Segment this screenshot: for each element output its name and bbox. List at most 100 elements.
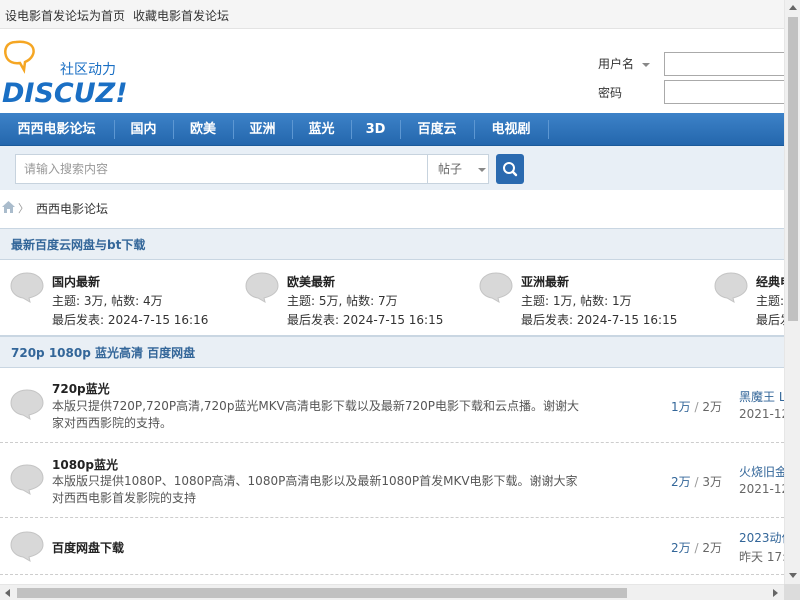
forum-topics: 1万 bbox=[671, 400, 691, 414]
forum-bubble-icon bbox=[10, 531, 44, 562]
latest-card-stats: 主题: bbox=[756, 292, 784, 309]
search-type-value: 帖子 bbox=[438, 162, 463, 176]
forum-last-post-link[interactable]: 2023动作 bbox=[739, 529, 784, 546]
last-post-time: 2024-7-15 16:16 bbox=[107, 313, 209, 327]
forum-row: 1080p蓝光 本版版只提供1080P、1080P高清、1080P高清电影以及最… bbox=[0, 443, 784, 518]
forum-last-post-time: 昨天 17: bbox=[739, 550, 784, 564]
forum-last-post-time: 2021-12 bbox=[739, 407, 784, 421]
stats-separator: / bbox=[694, 475, 699, 489]
logo-brand-text: DISCUZ! bbox=[2, 78, 128, 108]
password-label: 密码 bbox=[598, 86, 623, 100]
forum-posts: 2万 bbox=[702, 541, 722, 555]
forum-description: 本版只提供720P,720P高清,720p蓝光MKV高清电影下载以及最新720P… bbox=[52, 399, 580, 430]
forum-stats: 1万 / 2万 bbox=[600, 398, 722, 415]
topics-prefix: 主题: bbox=[287, 294, 319, 308]
latest-card-last: 最后发表: 2024-7-15 16:15 bbox=[521, 311, 677, 328]
latest-card-stats: 主题: 3万, 帖数: 4万 bbox=[52, 292, 163, 309]
latest-card[interactable]: 亚洲最新 主题: 1万, 帖数: 1万 最后发表: 2024-7-15 16:1… bbox=[469, 261, 703, 335]
nav-item-domestic[interactable]: 国内 bbox=[115, 113, 172, 146]
latest-card-last: 最后发表: 2024-7-15 16:15 bbox=[287, 311, 443, 328]
main-nav: 西西电影论坛 国内 欧美 亚洲 蓝光 3D 百度云 电视剧 bbox=[0, 113, 784, 146]
topics-count: 3万 bbox=[83, 294, 104, 308]
search-type-select[interactable]: 帖子 bbox=[427, 154, 489, 184]
username-label[interactable]: 用户名 bbox=[598, 55, 651, 72]
forum-name[interactable]: 百度网盘下载 bbox=[52, 539, 124, 556]
latest-card[interactable]: 经典电影 主题: 最后发表: bbox=[704, 261, 784, 335]
forum-topics: 2万 bbox=[671, 541, 691, 555]
topics-prefix: 主题: bbox=[756, 294, 784, 308]
nav-item-home[interactable]: 西西电影论坛 bbox=[0, 113, 113, 146]
latest-card-title[interactable]: 经典电影 bbox=[756, 273, 784, 290]
nav-item-bluray[interactable]: 蓝光 bbox=[293, 113, 350, 146]
section-title-hd[interactable]: 720p 1080p 蓝光高清 百度网盘 bbox=[11, 344, 195, 361]
nav-item-baiduyun[interactable]: 百度云 bbox=[401, 113, 473, 146]
posts-prefix: , 帖数: bbox=[103, 294, 143, 308]
chevron-down-icon bbox=[477, 167, 486, 172]
section-header-latest: 最新百度云网盘与bt下载 bbox=[0, 228, 784, 260]
forum-name[interactable]: 720p蓝光 bbox=[52, 380, 110, 397]
last-prefix: 最后发表: bbox=[287, 313, 343, 327]
forum-bubble-icon bbox=[10, 272, 44, 303]
last-prefix: 最后发表: bbox=[521, 313, 577, 327]
forum-last-post-link[interactable]: 火烧旧金 bbox=[739, 463, 784, 480]
horizontal-scrollbar[interactable] bbox=[0, 584, 784, 600]
home-icon[interactable] bbox=[1, 200, 16, 214]
vertical-scrollbar[interactable] bbox=[784, 0, 800, 584]
posts-count: 4万 bbox=[143, 294, 163, 308]
username-input[interactable] bbox=[664, 52, 794, 76]
password-input[interactable] bbox=[664, 80, 794, 104]
forum-posts: 2万 bbox=[702, 400, 722, 414]
vertical-scroll-thumb[interactable] bbox=[788, 17, 798, 321]
section-title-latest[interactable]: 最新百度云网盘与bt下载 bbox=[11, 236, 145, 253]
latest-card[interactable]: 欧美最新 主题: 5万, 帖数: 7万 最后发表: 2024-7-15 16:1… bbox=[235, 261, 469, 335]
scroll-left-arrow-icon[interactable] bbox=[5, 589, 10, 597]
topics-prefix: 主题: bbox=[521, 294, 553, 308]
site-logo[interactable]: 社区动力 DISCUZ! bbox=[2, 38, 142, 109]
last-prefix: 最后发表: bbox=[52, 313, 108, 327]
bookmark-link[interactable]: 收藏电影首发论坛 bbox=[133, 7, 229, 24]
scrollbar-corner bbox=[784, 584, 800, 600]
forum-name[interactable]: 1080p蓝光 bbox=[52, 456, 118, 473]
forum-bubble-icon bbox=[10, 389, 44, 420]
forum-row: 720p蓝光 本版只提供720P,720P高清,720p蓝光MKV高清电影下载以… bbox=[0, 369, 784, 443]
set-homepage-link[interactable]: 设电影首发论坛为首页 bbox=[5, 7, 125, 24]
forum-last-post-link[interactable]: 黑魔王 L bbox=[739, 388, 784, 405]
last-prefix: 最后发表: bbox=[756, 313, 784, 327]
nav-item-tv[interactable]: 电视剧 bbox=[475, 113, 547, 146]
horizontal-scroll-thumb[interactable] bbox=[17, 588, 627, 598]
scroll-down-arrow-icon[interactable] bbox=[789, 573, 797, 578]
nav-item-asia[interactable]: 亚洲 bbox=[234, 113, 291, 146]
last-post-time: 2024-7-15 16:15 bbox=[576, 313, 678, 327]
search-icon bbox=[503, 162, 518, 177]
search-input[interactable]: 请输入搜索内容 bbox=[15, 154, 428, 184]
posts-count: 7万 bbox=[378, 294, 398, 308]
latest-cards: 国内最新 主题: 3万, 帖数: 4万 最后发表: 2024-7-15 16:1… bbox=[0, 261, 784, 336]
latest-card-title[interactable]: 国内最新 bbox=[52, 273, 100, 290]
latest-card[interactable]: 国内最新 主题: 3万, 帖数: 4万 最后发表: 2024-7-15 16:1… bbox=[0, 261, 234, 335]
latest-card-stats: 主题: 5万, 帖数: 7万 bbox=[287, 292, 398, 309]
posts-prefix: , 帖数: bbox=[572, 294, 612, 308]
forum-bubble-icon bbox=[10, 464, 44, 495]
breadcrumb-separator: 〉 bbox=[18, 202, 29, 215]
latest-card-last: 最后发表: 2024-7-15 16:16 bbox=[52, 311, 208, 328]
nav-item-3d[interactable]: 3D bbox=[352, 113, 399, 146]
topics-count: 1万 bbox=[552, 294, 573, 308]
discuz-logo-icon: 社区动力 DISCUZ! bbox=[2, 40, 128, 109]
search-button[interactable] bbox=[496, 154, 524, 184]
breadcrumb: 〉 西西电影论坛 bbox=[0, 190, 784, 226]
latest-card-stats: 主题: 1万, 帖数: 1万 bbox=[521, 292, 632, 309]
nav-divider bbox=[548, 120, 549, 139]
scroll-up-arrow-icon[interactable] bbox=[789, 5, 797, 10]
section-header-hd: 720p 1080p 蓝光高清 百度网盘 bbox=[0, 336, 784, 368]
nav-item-western[interactable]: 欧美 bbox=[174, 113, 232, 146]
latest-card-title[interactable]: 欧美最新 bbox=[287, 273, 335, 290]
search-bar: 请输入搜索内容 帖子 bbox=[0, 146, 784, 190]
topics-count: 5万 bbox=[318, 294, 339, 308]
forum-description: 本版版只提供1080P、1080P高清、1080P高清电影以及最新1080P首发… bbox=[52, 474, 578, 505]
posts-prefix: , 帖数: bbox=[338, 294, 378, 308]
breadcrumb-current[interactable]: 西西电影论坛 bbox=[36, 200, 108, 217]
header: 社区动力 DISCUZ! 用户名 密码 bbox=[0, 29, 794, 113]
scroll-right-arrow-icon[interactable] bbox=[773, 589, 778, 597]
forum-last-post-time: 2021-12 bbox=[739, 482, 784, 496]
latest-card-title[interactable]: 亚洲最新 bbox=[521, 273, 569, 290]
